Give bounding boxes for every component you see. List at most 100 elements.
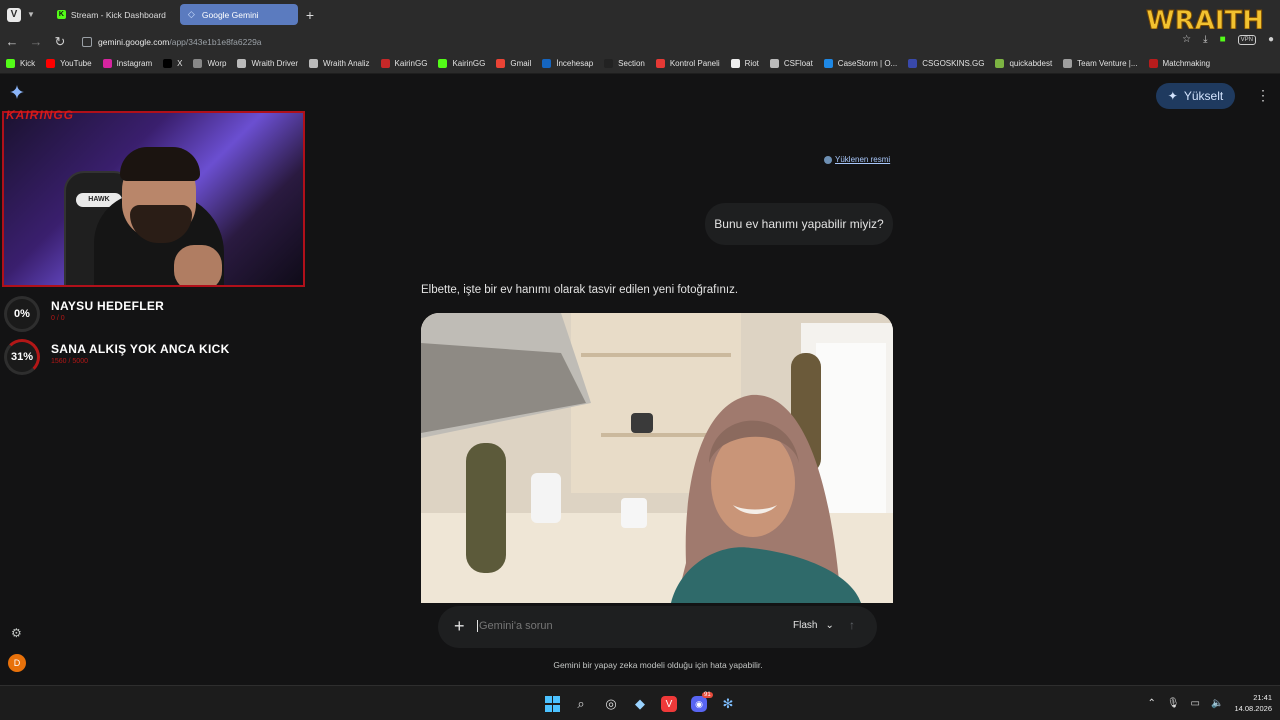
tab-kick-dashboard[interactable]: K Stream - Kick Dashboard: [49, 4, 174, 25]
model-selector[interactable]: Flash ⌄: [793, 620, 834, 631]
kick-icon: K: [56, 10, 66, 19]
bookmark-label: quickabdest: [1009, 59, 1053, 68]
bookmark-label: CSGOSKINS.GG: [922, 59, 985, 68]
bookmark-item[interactable]: Wraith Driver: [237, 59, 298, 68]
tab-google-gemini[interactable]: ◇ Google Gemini: [179, 4, 298, 25]
uploaded-image-link[interactable]: Yüklenen resmi: [824, 155, 890, 164]
bookmarks-bar: Kick YouTube Instagram X Worp Wraith Driver Wr…: [0, 54, 1280, 74]
add-attachment-icon[interactable]: +: [454, 616, 465, 636]
bookmark-label: Worp: [207, 59, 227, 68]
profile-icon[interactable]: ●: [1268, 34, 1274, 45]
tab-bar: V ▼ K Stream - Kick Dashboard ◇ Google G…: [0, 0, 1280, 29]
bookmark-item[interactable]: Instagram: [102, 59, 153, 68]
bookmark-favicon-icon: [1148, 59, 1158, 68]
bookmark-label: CaseStorm | O...: [837, 59, 898, 68]
bookmark-label: Matchmaking: [1162, 59, 1211, 68]
bookmark-item[interactable]: X: [163, 59, 182, 68]
reload-icon[interactable]: ↻: [48, 34, 72, 50]
bookmark-item[interactable]: Worp: [193, 59, 226, 68]
chevron-up-icon[interactable]: ⌃: [1147, 698, 1155, 709]
clock[interactable]: 21:41 14.08.2026: [1234, 692, 1272, 714]
search-icon[interactable]: ⌕: [573, 696, 589, 712]
sparkle-icon: ✦: [1167, 89, 1178, 103]
microphone-icon[interactable]: 🎙: [1167, 698, 1180, 709]
windows-start-icon[interactable]: [544, 696, 560, 712]
bookmark-favicon-icon: [908, 59, 918, 68]
bookmark-item[interactable]: Matchmaking: [1148, 59, 1211, 68]
bookmark-favicon-icon: [823, 59, 833, 68]
vivaldi-icon[interactable]: V: [661, 696, 677, 712]
bookmark-favicon-icon: [542, 59, 552, 68]
bookmark-item[interactable]: Kick: [6, 59, 35, 68]
bookmark-item[interactable]: KairinGG: [438, 59, 485, 68]
bookmark-favicon-icon: [730, 59, 740, 68]
goal-progress-ring: 31%: [4, 339, 40, 375]
bookmark-label: CSFloat: [783, 59, 813, 68]
goal-count: 0 / 0: [51, 315, 65, 322]
network-icon[interactable]: ▭: [1191, 698, 1200, 709]
streamer-hair: [120, 147, 200, 181]
bookmark-item[interactable]: CaseStorm | O...: [823, 59, 898, 68]
app-icon[interactable]: ✻: [720, 696, 736, 712]
bookmark-item[interactable]: Wraith Analiz: [308, 59, 370, 68]
bookmark-item[interactable]: CSGOSKINS.GG: [908, 59, 984, 68]
back-arrow-icon[interactable]: ←: [0, 34, 24, 49]
bookmark-item[interactable]: İncehesap: [542, 59, 593, 68]
volume-icon[interactable]: 🔈: [1211, 698, 1223, 709]
bookmark-item[interactable]: CSFloat: [769, 59, 813, 68]
upgrade-button[interactable]: ✦ Yükselt: [1156, 83, 1235, 109]
uploaded-image-label: Yüklenen resmi: [835, 155, 891, 164]
more-options-icon[interactable]: ⋮: [1256, 88, 1270, 104]
bookmark-favicon-icon: [308, 59, 318, 68]
bookmark-label: İncehesap: [556, 59, 594, 68]
discord-icon[interactable]: ◉: [691, 696, 707, 712]
bookmark-favicon-icon: [380, 59, 390, 68]
steam-icon[interactable]: ◆: [632, 696, 648, 712]
prompt-input[interactable]: [477, 620, 777, 632]
url-path: /app/343e1b1e8fa6229a: [169, 36, 262, 47]
chrome-icon[interactable]: ◎: [603, 696, 619, 712]
goal-title: SANA ALKIŞ YOK ANCA KICK: [51, 342, 230, 356]
bookmark-item[interactable]: quickabdest: [995, 59, 1052, 68]
bookmark-item[interactable]: Riot: [730, 59, 759, 68]
bookmark-favicon-icon: [496, 59, 506, 68]
bookmark-label: Section: [618, 59, 645, 68]
url-field[interactable]: gemini.google.com/app/343e1b1e8fa6229a: [82, 36, 262, 47]
bookmark-item[interactable]: Team Venture |...: [1063, 59, 1138, 68]
download-icon[interactable]: ⤓: [1203, 34, 1207, 45]
bookmark-favicon-icon: [46, 59, 56, 68]
bookmark-label: Riot: [744, 59, 759, 68]
bookmark-label: Kontrol Paneli: [669, 59, 720, 68]
bookmark-label: KairinGG: [394, 59, 428, 68]
new-tab-button[interactable]: +: [306, 7, 314, 23]
bookmark-item[interactable]: YouTube: [46, 59, 92, 68]
chevron-down-icon[interactable]: ▼: [27, 10, 35, 19]
bookmark-label: Instagram: [116, 59, 153, 68]
bookmark-favicon-icon: [237, 59, 247, 68]
bookmark-label: Wraith Driver: [251, 59, 298, 68]
bookmark-favicon-icon: [655, 59, 665, 68]
bookmark-item[interactable]: Section: [604, 59, 645, 68]
tab-label: Google Gemini: [201, 9, 259, 20]
settings-gear-icon[interactable]: ⚙: [11, 627, 23, 639]
send-arrow-icon[interactable]: ↑: [849, 618, 855, 632]
clock-time: 21:41: [1253, 693, 1272, 702]
bookmark-item[interactable]: Gmail: [496, 59, 531, 68]
generated-image[interactable]: [421, 313, 893, 603]
cam-label: KAIRINGG: [6, 108, 74, 122]
site-info-icon[interactable]: [82, 36, 92, 47]
bookmark-item[interactable]: Kontrol Paneli: [655, 59, 720, 68]
vpn-button[interactable]: VPN: [1237, 34, 1256, 45]
discord-badge: 91: [702, 692, 713, 698]
gemini-spark-icon[interactable]: [10, 85, 24, 99]
bookmark-favicon-icon: [1063, 59, 1073, 68]
vivaldi-menu-button[interactable]: V: [7, 7, 21, 22]
bookmark-icon[interactable]: ☆: [1182, 34, 1191, 45]
extension-icon[interactable]: ■: [1220, 34, 1226, 45]
bookmark-item[interactable]: KairinGG: [380, 59, 428, 68]
streamer-hand: [174, 245, 222, 285]
forward-arrow-icon[interactable]: →: [24, 34, 48, 49]
bookmark-label: Team Venture |...: [1077, 59, 1138, 68]
goal-percent: 0%: [14, 308, 30, 320]
prompt-box: + Flash ⌄ ↑: [438, 606, 877, 648]
